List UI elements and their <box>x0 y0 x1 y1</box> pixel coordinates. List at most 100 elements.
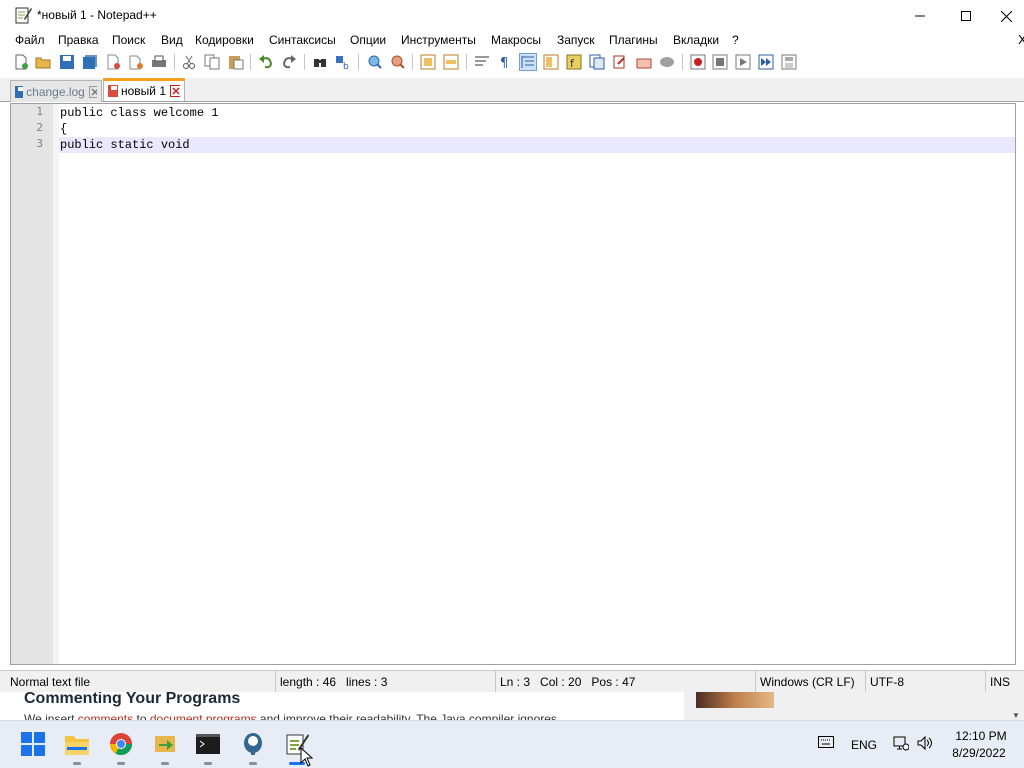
line-number: 3 <box>36 137 43 150</box>
postgres-icon[interactable] <box>240 731 266 757</box>
document-programs-link[interactable]: document programs <box>150 712 257 720</box>
running-indicator <box>161 762 169 765</box>
menu-search[interactable]: Поиск <box>112 33 145 47</box>
network-icon[interactable] <box>893 735 910 754</box>
close-icon[interactable] <box>104 53 122 71</box>
close-document-icon[interactable]: X <box>1018 32 1024 47</box>
scrollbar-down-arrow-icon[interactable]: ▼ <box>1008 692 1024 720</box>
close-all-icon[interactable] <box>127 53 145 71</box>
indent-guide-icon[interactable] <box>519 53 537 71</box>
toolbar-separator <box>466 54 467 70</box>
start-icon[interactable] <box>20 731 46 757</box>
sidebar-ad <box>684 692 1016 720</box>
zoom-out-icon[interactable] <box>389 53 407 71</box>
running-indicator <box>73 762 81 765</box>
code-line[interactable]: public static void <box>60 137 190 153</box>
encoding-status[interactable]: UTF-8 <box>866 671 986 693</box>
menu-encoding[interactable]: Кодировки <box>195 33 254 47</box>
current-line-highlight <box>59 137 1015 153</box>
toolbar-separator <box>304 54 305 70</box>
toolbar-separator <box>682 54 683 70</box>
menu-window[interactable]: Вкладки <box>673 33 719 47</box>
sync-horizontal-icon[interactable] <box>442 53 460 71</box>
run-macro-multiple-icon[interactable] <box>757 53 775 71</box>
mouse-cursor-icon <box>300 747 314 767</box>
monitoring-icon[interactable] <box>635 53 653 71</box>
tab-change-log[interactable]: change.log <box>10 80 102 102</box>
function-list-icon[interactable]: f <box>565 53 583 71</box>
volume-icon[interactable] <box>917 735 935 754</box>
tab-label: новый 1 <box>120 84 166 98</box>
maximize-button[interactable] <box>943 0 989 32</box>
record-macro-icon[interactable] <box>689 53 707 71</box>
menu-tools[interactable]: Инструменты <box>401 33 476 47</box>
minimize-button[interactable] <box>897 0 943 32</box>
zoom-in-icon[interactable] <box>366 53 384 71</box>
terminal-icon[interactable] <box>195 731 221 757</box>
ad-thumbnail[interactable] <box>696 692 774 708</box>
undo-icon[interactable] <box>257 53 275 71</box>
unsaved-file-icon <box>108 85 118 97</box>
replace-icon[interactable]: b <box>334 53 352 71</box>
close-window-button[interactable] <box>989 0 1024 32</box>
folder-workspace-icon[interactable] <box>588 53 606 71</box>
language-indicator[interactable]: ENG <box>851 738 877 752</box>
text-editor[interactable]: 1 2 3 public class welcome 1 { public st… <box>10 103 1016 665</box>
eol-status[interactable]: Windows (CR LF) <box>756 671 866 693</box>
paragraph-text: to <box>133 712 150 720</box>
menu-run[interactable]: Запуск <box>557 33 595 47</box>
title-bar: *новый 1 - Notepad++ <box>0 0 1024 32</box>
fold-margin[interactable] <box>53 104 59 664</box>
menu-plugins[interactable]: Плагины <box>609 33 658 47</box>
menu-view[interactable]: Вид <box>161 33 183 47</box>
menu-edit[interactable]: Правка <box>58 33 99 47</box>
tab-novyi-1[interactable]: новый 1 <box>103 78 185 101</box>
save-all-icon[interactable] <box>81 53 99 71</box>
menu-help[interactable]: ? <box>732 33 739 47</box>
svg-text:b: b <box>343 62 349 70</box>
insert-mode-status[interactable]: INS <box>986 671 1024 693</box>
show-all-chars-icon[interactable]: ¶ <box>496 53 514 71</box>
app-icon[interactable] <box>152 731 178 757</box>
save-macro-icon[interactable] <box>780 53 798 71</box>
menu-macro[interactable]: Макросы <box>491 33 541 47</box>
keyboard-icon[interactable] <box>818 736 834 751</box>
open-file-icon[interactable] <box>34 53 52 71</box>
paste-icon[interactable] <box>227 53 245 71</box>
file-explorer-icon[interactable] <box>64 731 90 757</box>
redo-icon[interactable] <box>280 53 298 71</box>
word-wrap-icon[interactable] <box>473 53 491 71</box>
menu-settings[interactable]: Опции <box>350 33 386 47</box>
tab-close-icon[interactable] <box>88 85 97 98</box>
tab-close-icon[interactable] <box>170 85 180 97</box>
new-file-icon[interactable] <box>12 53 30 71</box>
length-status: length : 46 lines : 3 <box>276 671 496 693</box>
code-line[interactable]: { <box>60 121 67 137</box>
find-icon[interactable] <box>311 53 329 71</box>
code-line[interactable]: public class welcome 1 <box>60 105 218 121</box>
print-icon[interactable] <box>150 53 168 71</box>
toolbar-separator <box>412 54 413 70</box>
clock-time[interactable]: 12:10 PM <box>950 729 1012 743</box>
save-icon[interactable] <box>58 53 76 71</box>
taskbar: ENG 12:10 PM 8/29/2022 <box>0 720 1024 768</box>
menu-file[interactable]: Файл <box>15 33 45 47</box>
console-icon[interactable] <box>658 53 676 71</box>
doc-switcher-icon[interactable] <box>611 53 629 71</box>
background-browser-page: Commenting Your Programs We insert comme… <box>0 692 1024 720</box>
doc-map-icon[interactable] <box>542 53 560 71</box>
svg-text:¶: ¶ <box>500 56 508 70</box>
line-number: 2 <box>36 121 43 134</box>
chrome-icon[interactable] <box>108 731 134 757</box>
comments-link[interactable]: comments <box>78 712 133 720</box>
playback-macro-icon[interactable] <box>734 53 752 71</box>
stop-recording-icon[interactable] <box>711 53 729 71</box>
status-bar: Normal text file length : 46 lines : 3 L… <box>0 670 1024 693</box>
clock-date[interactable]: 8/29/2022 <box>946 746 1012 760</box>
sync-vertical-icon[interactable] <box>419 53 437 71</box>
col-value: Col : 20 <box>540 675 582 689</box>
cut-icon[interactable] <box>180 53 198 71</box>
menu-language[interactable]: Синтаксисы <box>269 33 336 47</box>
copy-icon[interactable] <box>203 53 221 71</box>
ln-value: Ln : 3 <box>500 675 531 689</box>
